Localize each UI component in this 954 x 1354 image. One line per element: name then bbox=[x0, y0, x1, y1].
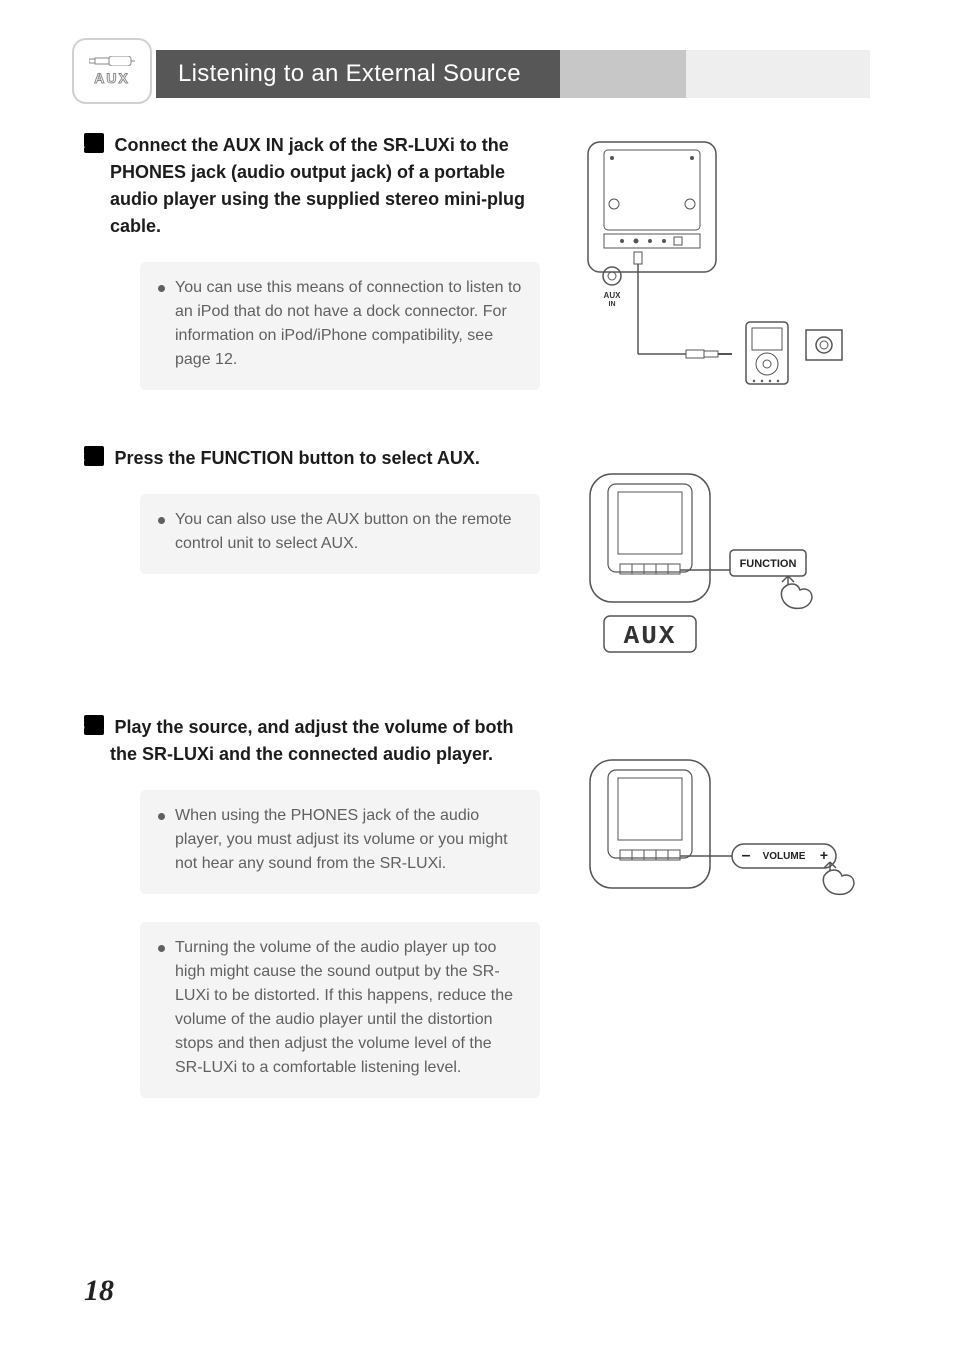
figure-3-volume: – VOLUME + bbox=[572, 752, 862, 912]
manual-page: AUX Listening to an External Source 1 Co… bbox=[0, 0, 954, 1354]
aux-label: AUX bbox=[94, 70, 130, 86]
page-title: Listening to an External Source bbox=[156, 50, 560, 98]
volume-plus-label: + bbox=[820, 847, 828, 863]
step-2-note-text: You can also use the AUX button on the r… bbox=[175, 508, 522, 556]
bullet-icon bbox=[158, 517, 165, 524]
page-number: 18 bbox=[84, 1274, 114, 1308]
step-number-1: 1 bbox=[84, 133, 104, 153]
step-3-note-b: Turning the volume of the audio player u… bbox=[140, 922, 540, 1098]
step-number-3: 3 bbox=[84, 715, 104, 735]
step-1-heading: Connect the AUX IN jack of the SR-LUXi t… bbox=[110, 135, 525, 236]
aux-in-jack-label: AUX bbox=[604, 291, 622, 300]
svg-text:IN: IN bbox=[609, 301, 616, 308]
figure-2-function-button: FUNCTION AUX bbox=[572, 466, 852, 666]
step-1-note: You can use this means of connection to … bbox=[140, 262, 540, 390]
aux-section-icon: AUX bbox=[72, 38, 152, 104]
step-3-note-a: When using the PHONES jack of the audio … bbox=[140, 790, 540, 894]
volume-minus-label: – bbox=[742, 847, 751, 864]
step-3-heading: Play the source, and adjust the volume o… bbox=[110, 717, 514, 764]
bullet-icon bbox=[158, 945, 165, 952]
step-2-heading: Press the FUNCTION button to select AUX. bbox=[114, 448, 479, 468]
volume-button-label: VOLUME bbox=[763, 851, 806, 862]
header-decor-mid bbox=[560, 50, 686, 98]
step-3-note-b-text: Turning the volume of the audio player u… bbox=[175, 936, 522, 1080]
step-1-note-text: You can use this means of connection to … bbox=[175, 276, 522, 372]
figure-1-aux-connection: AUX IN bbox=[574, 136, 864, 396]
step-number-2: 2 bbox=[84, 446, 104, 466]
page-header: AUX Listening to an External Source bbox=[0, 46, 954, 102]
bullet-icon bbox=[158, 285, 165, 292]
step-3-note-a-text: When using the PHONES jack of the audio … bbox=[175, 804, 522, 876]
function-button-label: FUNCTION bbox=[740, 558, 797, 570]
step-1: 1 Connect the AUX IN jack of the SR-LUXi… bbox=[84, 132, 544, 390]
mini-plug-icon bbox=[89, 56, 135, 66]
bullet-icon bbox=[158, 813, 165, 820]
header-decor-light bbox=[686, 50, 870, 98]
step-2: 2 Press the FUNCTION button to select AU… bbox=[84, 445, 544, 574]
step-3: 3 Play the source, and adjust the volume… bbox=[84, 714, 544, 1098]
step-2-note: You can also use the AUX button on the r… bbox=[140, 494, 540, 574]
hand-press-icon bbox=[781, 576, 812, 608]
display-aux-text: AUX bbox=[624, 621, 677, 651]
